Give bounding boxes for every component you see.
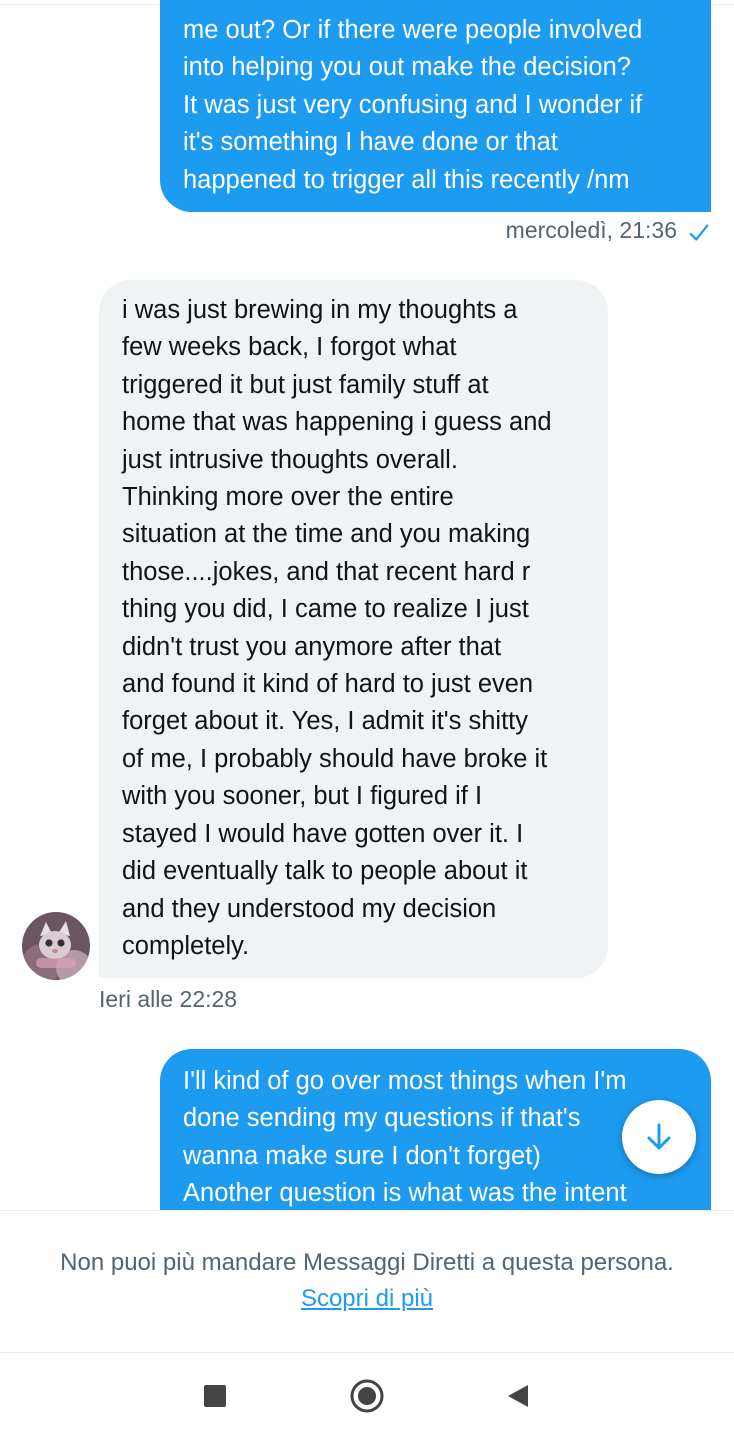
message-text-line: with you sooner, but I figured if I (122, 782, 483, 811)
learn-more-link[interactable]: Scopri di più (0, 1285, 734, 1313)
home-button[interactable] (342, 1371, 392, 1421)
message-timestamp: mercoledì, 21:36 (505, 217, 677, 243)
sent-message-bubble[interactable]: me out? Or if there were people involved… (160, 0, 711, 212)
scroll-to-bottom-button[interactable] (622, 1100, 696, 1174)
message-text-line: It was just very confusing and I wonder … (183, 90, 643, 119)
message-text-line: of me, I probably should have broke it (122, 744, 548, 773)
message-text-line: situation at the time and you making (122, 520, 531, 549)
arrow-down-icon (647, 1123, 671, 1150)
message-text-line: triggered it but just family stuff at (122, 370, 489, 399)
circle-icon (350, 1379, 384, 1413)
message-text-line: I'll kind of go over most things when I'… (183, 1067, 627, 1095)
checkmark-icon (689, 224, 709, 241)
message-text-line: Thinking more over the entire (122, 483, 454, 512)
message-text-line: me out? Or if there were people involved (183, 16, 643, 44)
dm-disabled-notice: Non puoi più mandare Messaggi Diretti a … (60, 1249, 674, 1276)
square-icon (204, 1385, 226, 1407)
received-message-bubble[interactable]: i was just brewing in my thoughts a few … (99, 280, 608, 978)
message-text-line: few weeks back, I forgot what (122, 333, 457, 362)
message-text-line: i was just brewing in my thoughts a (122, 296, 518, 324)
message-text-line: stayed I would have gotten over it. I (122, 819, 524, 848)
message-text-line: completely. (122, 931, 250, 960)
message-text-line: it's something I have done or that (183, 128, 558, 157)
message-text-line: happened to trigger all this recently /n… (183, 165, 630, 194)
conversation-thread[interactable]: me out? Or if there were people involved… (0, 0, 734, 1210)
message-text-line: Another question is what was the intent (183, 1179, 627, 1208)
recent-apps-button[interactable] (190, 1371, 240, 1421)
dm-disabled-footer: Non puoi più mandare Messaggi Diretti a … (0, 1210, 734, 1353)
message-text-line: thing you did, I came to realize I just (122, 595, 529, 624)
message-text-line: into helping you out make the decision? (183, 53, 631, 82)
message-text-line: did eventually talk to people about it (122, 857, 528, 886)
back-button[interactable] (493, 1371, 543, 1421)
message-text-line: didn't trust you anymore after that (122, 632, 502, 661)
message-text-line: just intrusive thoughts overall. (122, 445, 458, 474)
triangle-back-icon (508, 1385, 528, 1407)
cat-avatar-image (22, 912, 90, 980)
message-timestamp: Ieri alle 22:28 (99, 986, 238, 1012)
message-text-line: and found it kind of hard to just even (122, 670, 534, 699)
system-navigation-bar (0, 1352, 734, 1441)
message-text-line: those....jokes, and that recent hard r (122, 557, 531, 586)
cat-avatar[interactable] (22, 912, 90, 980)
message-text-line: and they understood my decision (122, 894, 497, 923)
message-text-line: home that was happening i guess and (122, 408, 552, 437)
message-text-line: forget about it. Yes, I admit it's shitt… (122, 707, 528, 736)
